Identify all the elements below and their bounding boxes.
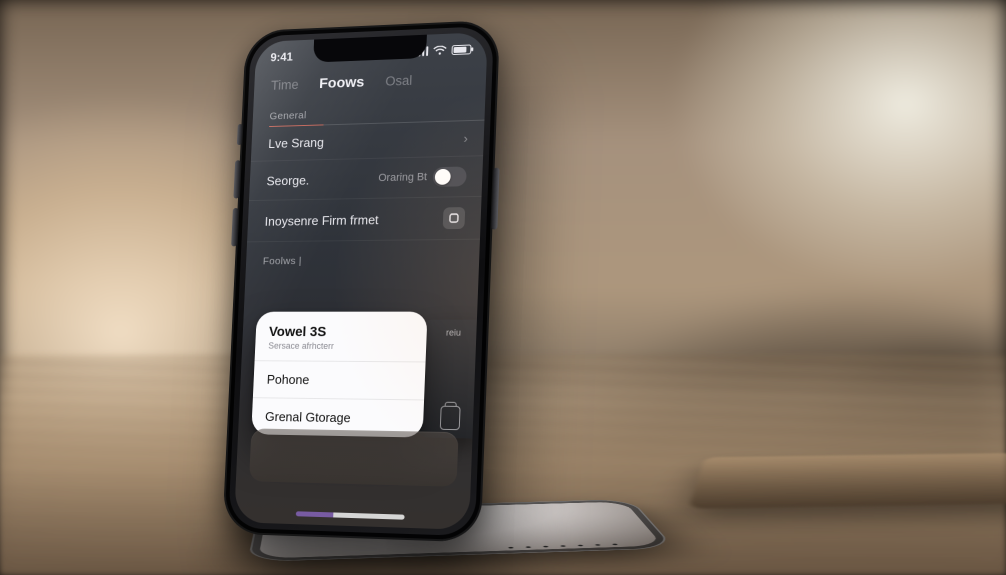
bottom-panel bbox=[249, 428, 459, 486]
popover-card[interactable]: Vowel 3S Sersace afrhcterr Pohone Grenal… bbox=[251, 312, 427, 438]
toggle-switch[interactable] bbox=[433, 166, 467, 186]
phone-upright: 9:41 Time Foows Osal General Lve Srang bbox=[222, 20, 500, 543]
home-indicator[interactable] bbox=[296, 511, 405, 519]
row-storage-ordering[interactable]: Seorge. Oraring Bt bbox=[249, 156, 483, 201]
lock-icon bbox=[440, 406, 461, 430]
popover-item-phone[interactable]: Pohone bbox=[253, 360, 426, 399]
notch bbox=[313, 35, 427, 63]
row-value: Oraring Bt bbox=[378, 171, 433, 184]
card-behind-popover[interactable]: reiu bbox=[417, 320, 487, 439]
section-header-follows: Foolws | bbox=[246, 246, 480, 272]
row-label: Seorge. bbox=[266, 172, 309, 187]
row-inoysenre[interactable]: Inoysenre Firm frmet bbox=[247, 197, 481, 242]
wifi-icon bbox=[433, 45, 447, 55]
status-time: 9:41 bbox=[270, 50, 293, 64]
tab-right[interactable]: Osal bbox=[385, 73, 412, 89]
phone-frame: 9:41 Time Foows Osal General Lve Srang bbox=[222, 20, 500, 543]
tab-left[interactable]: Time bbox=[271, 77, 299, 92]
tab-center[interactable]: Foows bbox=[319, 74, 365, 92]
row-live-sharing[interactable]: Lve Srang › bbox=[251, 121, 485, 162]
wood-block-right bbox=[689, 453, 1006, 509]
phone-screen: 9:41 Time Foows Osal General Lve Srang bbox=[234, 32, 488, 530]
volume-down-button bbox=[231, 208, 238, 246]
row-label: Inoysenre Firm frmet bbox=[264, 212, 378, 228]
popover-title: Vowel 3S bbox=[256, 312, 428, 342]
mute-switch bbox=[237, 124, 243, 145]
peek-label: reiu bbox=[446, 328, 461, 338]
row-label: Lve Srang bbox=[268, 135, 324, 151]
battery-icon bbox=[451, 44, 471, 55]
chevron-right-icon: › bbox=[463, 131, 468, 146]
volume-up-button bbox=[233, 160, 240, 198]
popover-subtitle: Sersace afrhcterr bbox=[255, 341, 427, 362]
row-trailing-glyph-icon bbox=[443, 207, 466, 229]
